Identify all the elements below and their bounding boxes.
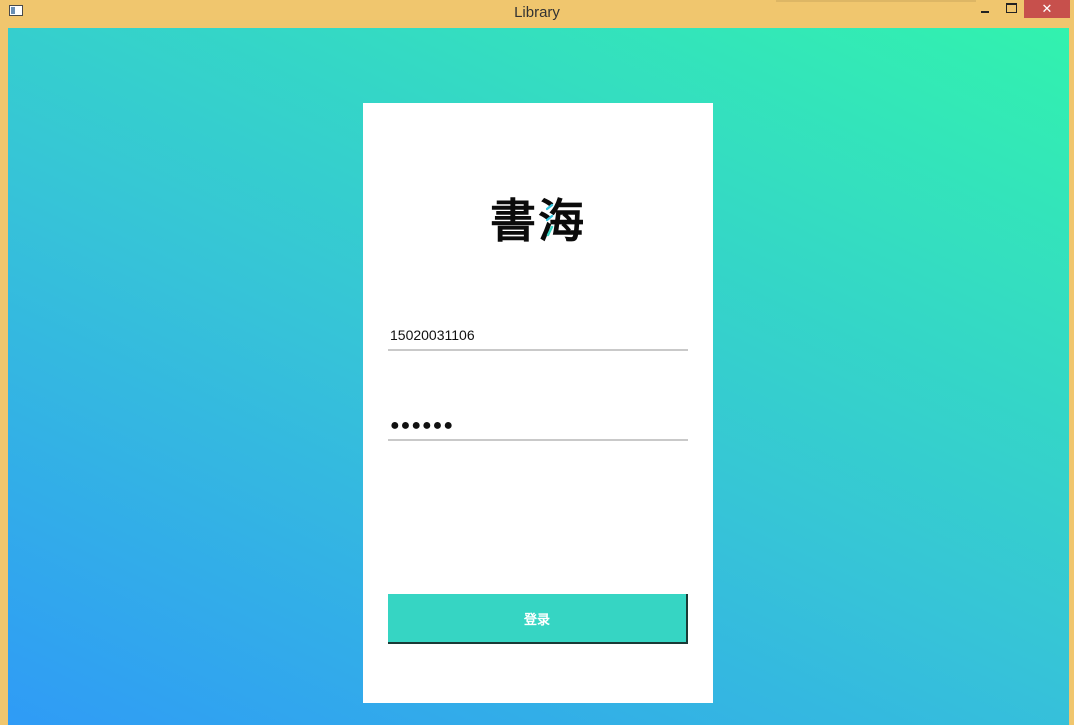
username-field[interactable]: 15020031106 <box>388 311 688 351</box>
minimize-icon <box>980 11 989 13</box>
app-window: Library ✕ 書海 15020031106 ●●●●●● 登录 <box>0 0 1074 725</box>
maximize-icon <box>1005 3 1017 13</box>
password-field[interactable]: ●●●●●● <box>388 401 688 441</box>
app-logo: 書海 <box>363 191 713 251</box>
window-title: Library <box>514 4 560 21</box>
password-value: ●●●●●● <box>390 417 454 434</box>
close-icon: ✕ <box>1041 1 1053 17</box>
login-card: 書海 15020031106 ●●●●●● 登录 <box>363 103 713 703</box>
titlebar-shadow <box>776 0 976 2</box>
logo-accent-icon <box>546 203 554 237</box>
close-button[interactable]: ✕ <box>1024 0 1070 18</box>
title-bar[interactable]: Library ✕ <box>0 0 1074 28</box>
logo-char-shu: 書 <box>490 194 538 248</box>
minimize-button[interactable] <box>972 0 997 18</box>
username-value: 15020031106 <box>390 327 475 343</box>
login-button[interactable]: 登录 <box>388 594 688 644</box>
maximize-button[interactable] <box>998 0 1024 18</box>
